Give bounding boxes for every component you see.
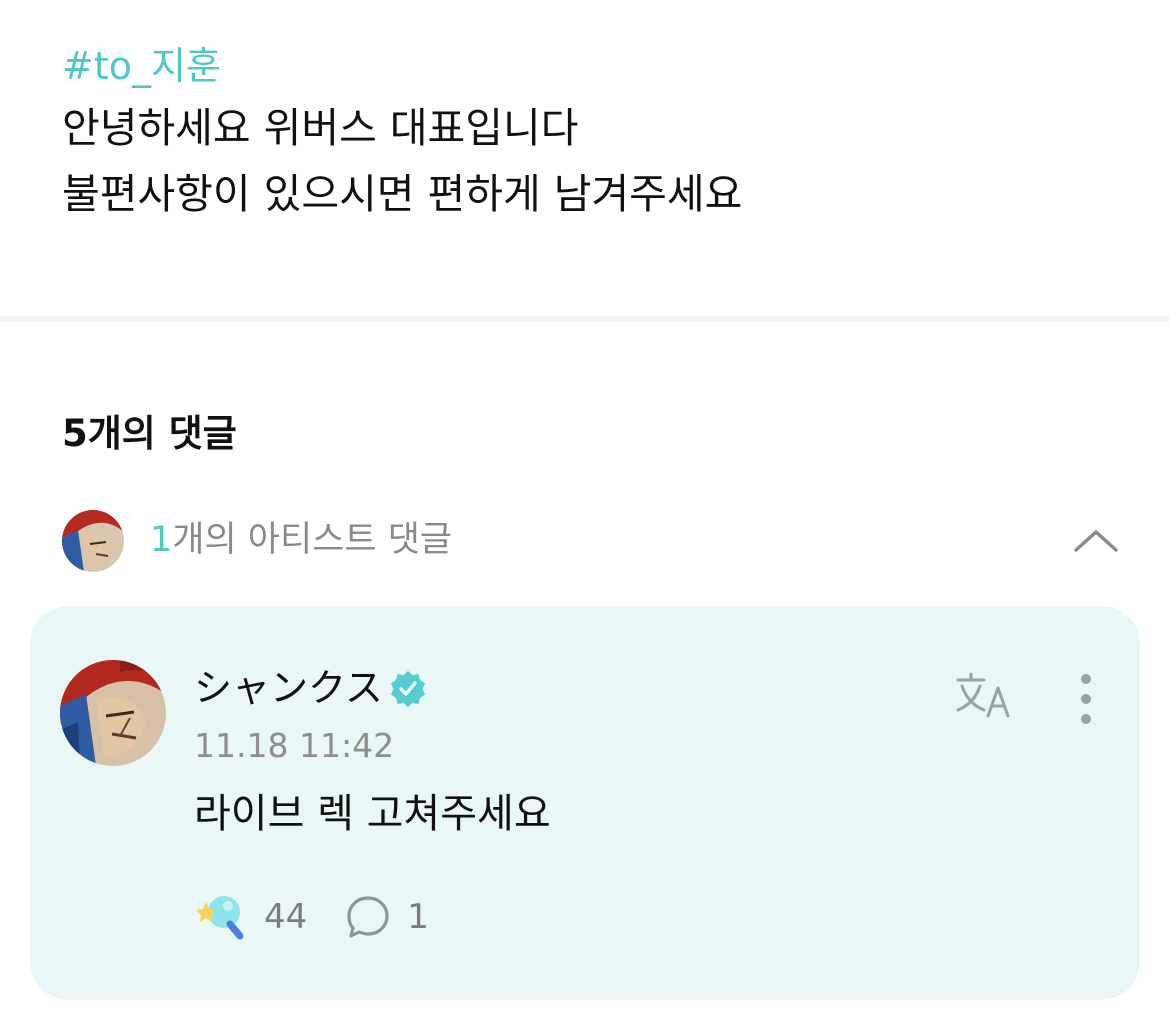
section-divider (0, 316, 1169, 322)
comment-timestamp: 11.18 11:42 (194, 726, 395, 765)
post-text-line-1: 안녕하세요 위버스 대표입니다 (62, 104, 579, 152)
comment-author-name[interactable]: シャンクス (194, 662, 383, 714)
artist-avatar (62, 510, 124, 572)
comment-author-avatar[interactable] (60, 660, 166, 766)
reply-count: 1 (407, 897, 429, 937)
more-vertical-icon[interactable] (1072, 672, 1100, 726)
chevron-up-icon[interactable] (1070, 518, 1122, 562)
artist-comments-count: 1 (150, 520, 173, 560)
comments-count-heading: 5개의 댓글 (62, 412, 237, 455)
post-content: #to_지훈 안녕하세요 위버스 대표입니다 불편사항이 있으시면 편하게 남겨… (0, 0, 1169, 316)
like-count: 44 (264, 897, 308, 937)
post-text-line-2: 불편사항이 있으시면 편하게 남겨주세요 (62, 170, 743, 218)
comment-actions: 44 1 (194, 892, 429, 942)
like-icon[interactable] (194, 892, 246, 942)
artist-comments-text: 개의 아티스트 댓글 (172, 520, 453, 560)
reply-icon[interactable] (345, 894, 391, 940)
translate-icon[interactable] (954, 670, 1016, 722)
verified-badge-icon (389, 669, 427, 707)
post-hashtag[interactable]: #to_지훈 (62, 40, 221, 92)
artist-comments-toggle[interactable]: 1개의 아티스트 댓글 (62, 510, 1122, 572)
artist-comment-card: シャンクス 11.18 11:42 라이브 렉 고쳐주세요 44 1 (30, 606, 1140, 1000)
comment-author-row: シャンクス (194, 662, 427, 714)
artist-comments-label: 1개의 아티스트 댓글 (150, 514, 452, 566)
comment-text: 라이브 렉 고쳐주세요 (194, 791, 551, 837)
